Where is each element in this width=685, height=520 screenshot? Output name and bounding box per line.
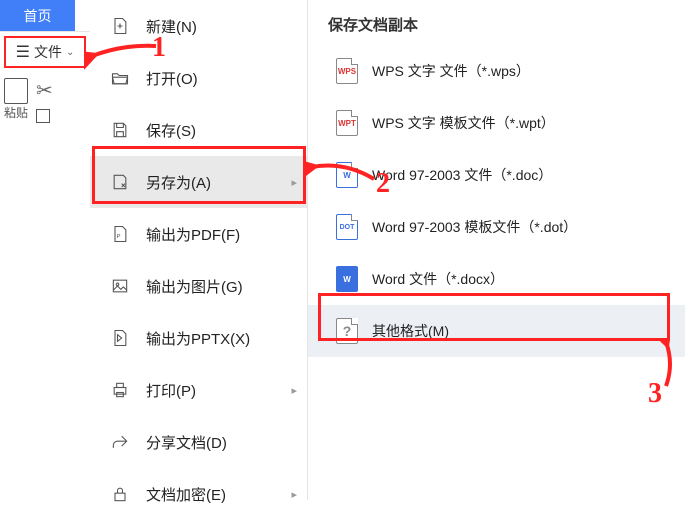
filetype-dot[interactable]: DOT Word 97-2003 模板文件（*.dot） (308, 201, 685, 253)
hamburger-icon: ☰ (16, 42, 30, 62)
filetype-label: Word 文件（*.docx） (372, 269, 504, 289)
menu-label: 打印(P) (146, 380, 196, 401)
svg-text:P: P (117, 234, 121, 240)
share-icon (110, 432, 130, 452)
menu-encrypt[interactable]: 文档加密(E) ▸ (90, 468, 307, 520)
clipboard-group: 粘贴 ✂ (0, 74, 90, 127)
cut-icon[interactable]: ✂ (36, 78, 53, 103)
filetype-label: Word 97-2003 模板文件（*.dot） (372, 217, 577, 237)
save-as-icon (110, 172, 130, 192)
dot-file-icon: DOT (336, 214, 358, 240)
menu-export-pptx[interactable]: 输出为PPTX(X) (90, 312, 307, 364)
menu-label: 输出为图片(G) (146, 276, 243, 297)
pdf-icon: P (110, 224, 130, 244)
tab-home[interactable]: 首页 (0, 0, 75, 31)
chevron-right-icon: ▸ (291, 176, 297, 189)
chevron-down-icon: ⌄ (66, 47, 74, 58)
save-icon (110, 120, 130, 140)
chevron-right-icon: ▸ (291, 384, 297, 397)
menu-export-pdf[interactable]: P 输出为PDF(F) (90, 208, 307, 260)
print-icon (110, 380, 130, 400)
filetype-docx[interactable]: W Word 文件（*.docx） (308, 253, 685, 305)
filetype-doc[interactable]: W Word 97-2003 文件（*.doc） (308, 149, 685, 201)
menu-label: 保存(S) (146, 120, 196, 141)
other-format-icon: ? (336, 318, 358, 344)
menu-share[interactable]: 分享文档(D) (90, 416, 307, 468)
menu-label: 分享文档(D) (146, 432, 227, 453)
paste-icon (4, 78, 28, 104)
wpt-file-icon: WPT (336, 110, 358, 136)
filetype-wpt[interactable]: WPT WPS 文字 模板文件（*.wpt） (308, 97, 685, 149)
paste-label: 粘贴 (4, 104, 28, 121)
file-menu: 新建(N) 打开(O) 保存(S) 另存为(A) ▸ P 输出为PDF(F) 输… (90, 0, 308, 500)
folder-open-icon (110, 68, 130, 88)
docx-file-icon: W (336, 266, 358, 292)
menu-label: 文档加密(E) (146, 484, 226, 505)
paste-button[interactable]: 粘贴 (4, 78, 28, 123)
menu-new[interactable]: 新建(N) (90, 0, 307, 52)
file-button-label: 文件 (34, 42, 62, 62)
left-toolbar: ☰ 文件 ⌄ 粘贴 ✂ (0, 32, 90, 127)
menu-label: 新建(N) (146, 16, 197, 37)
menu-label: 打开(O) (146, 68, 198, 89)
file-menu-button[interactable]: ☰ 文件 ⌄ (4, 36, 86, 68)
menu-open[interactable]: 打开(O) (90, 52, 307, 104)
image-icon (110, 276, 130, 296)
lock-icon (110, 484, 130, 504)
pptx-icon (110, 328, 130, 348)
menu-save-as[interactable]: 另存为(A) ▸ (90, 156, 307, 208)
menu-print[interactable]: 打印(P) ▸ (90, 364, 307, 416)
filetype-other[interactable]: ? 其他格式(M) (308, 305, 685, 357)
new-doc-icon (110, 16, 130, 36)
menu-export-image[interactable]: 输出为图片(G) (90, 260, 307, 312)
filetype-wps[interactable]: WPS WPS 文字 文件（*.wps） (308, 45, 685, 97)
panel-title: 保存文档副本 (308, 0, 685, 45)
menu-label: 另存为(A) (146, 172, 211, 193)
filetype-label: Word 97-2003 文件（*.doc） (372, 165, 552, 185)
doc-file-icon: W (336, 162, 358, 188)
menu-save[interactable]: 保存(S) (90, 104, 307, 156)
filetype-label: WPS 文字 文件（*.wps） (372, 61, 530, 81)
filetype-label: WPS 文字 模板文件（*.wpt） (372, 113, 555, 133)
filetype-label: 其他格式(M) (372, 321, 449, 341)
chevron-right-icon: ▸ (291, 488, 297, 501)
menu-label: 输出为PDF(F) (146, 224, 240, 245)
copy-icon[interactable] (36, 109, 50, 123)
save-as-panel: 保存文档副本 WPS WPS 文字 文件（*.wps） WPT WPS 文字 模… (308, 0, 685, 500)
menu-label: 输出为PPTX(X) (146, 328, 250, 349)
wps-file-icon: WPS (336, 58, 358, 84)
cut-copy-group: ✂ (36, 78, 53, 123)
